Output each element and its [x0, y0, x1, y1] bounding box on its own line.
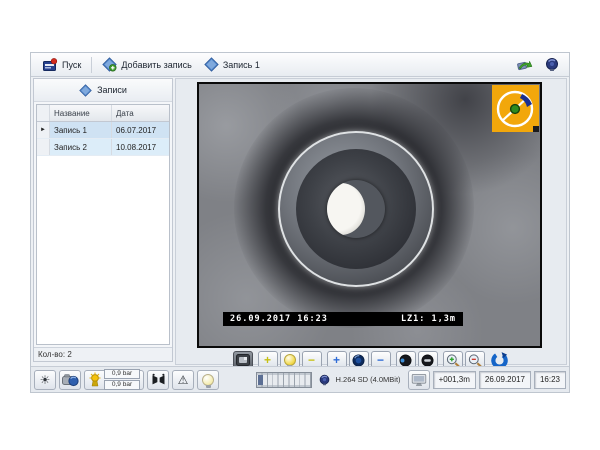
record-icon [204, 57, 219, 72]
minus-icon: − [308, 354, 315, 366]
alarm-button[interactable]: ⚠ [172, 370, 194, 390]
start-button[interactable]: Пуск [37, 56, 87, 73]
overlay-distance: LZ1: 1,3m [401, 314, 456, 324]
export-icon [516, 57, 533, 72]
monitor-icon [411, 373, 427, 387]
date-column-header[interactable]: Дата [112, 105, 169, 121]
add-record-icon [102, 57, 117, 72]
main-toolbar: Пуск Добавить запись [31, 53, 569, 77]
roll-indicator-icon [492, 85, 539, 132]
time-readout: 16:23 [534, 371, 566, 389]
pressure-value-bottom: 0,9 bar [104, 380, 140, 390]
row-name: Запись 1 [50, 122, 112, 138]
table-empty-area [37, 156, 169, 344]
plus-icon: + [333, 354, 340, 366]
status-bar: ☀ [31, 366, 569, 392]
speakers-icon [151, 373, 166, 386]
current-record-button[interactable]: Запись 1 [198, 55, 266, 74]
row-marker: ► [37, 122, 50, 138]
sonde-lamp-icon [88, 372, 102, 387]
toolbar-right-group [513, 56, 563, 74]
video-overlay-bar: 26.09.2017 16:23 LZ1: 1,3m [223, 312, 463, 326]
table-row[interactable]: Запись 2 10.08.2017 [37, 139, 169, 156]
pipe-center-hole [327, 180, 385, 238]
snapshot-icon [236, 354, 250, 366]
recording-level-meter [256, 372, 312, 388]
marker-column-header [37, 105, 50, 121]
add-record-label: Добавить запись [121, 60, 192, 70]
brightness-icon: ☀ [40, 374, 51, 386]
start-label: Пуск [62, 60, 81, 70]
codec-label: H.264 SD (4.0MBit) [336, 375, 401, 384]
export-button[interactable] [513, 56, 535, 74]
distance-readout: +001,3m [433, 371, 476, 389]
camera-globe-icon [62, 373, 79, 387]
overlay-datetime: 26.09.2017 16:23 [230, 314, 328, 324]
row-date: 10.08.2017 [112, 139, 169, 155]
toolbar-separator [91, 57, 92, 73]
bulb-icon [202, 374, 214, 386]
records-panel-header[interactable]: Записи [34, 79, 172, 102]
add-record-button[interactable]: Добавить запись [96, 55, 198, 74]
records-table: Название Дата ► Запись 1 06.07.2017 Запи… [36, 104, 170, 345]
camera-select-button[interactable] [59, 370, 81, 390]
row-name: Запись 2 [50, 139, 112, 155]
video-panel: 26.09.2017 16:23 LZ1: 1,3m [175, 78, 567, 365]
start-icon [43, 58, 58, 71]
display-button[interactable] [408, 370, 430, 390]
warning-icon: ⚠ [178, 374, 189, 386]
screen: Пуск Добавить запись [0, 0, 600, 450]
records-panel-title: Записи [97, 85, 127, 95]
row-marker [37, 139, 50, 155]
records-count: Кол-во: 2 [34, 347, 172, 361]
minus-icon: − [377, 354, 384, 366]
audio-button[interactable] [147, 370, 169, 390]
video-viewport: 26.09.2017 16:23 LZ1: 1,3m [197, 82, 542, 348]
current-record-label: Запись 1 [223, 60, 260, 70]
bulb-icon [284, 354, 296, 366]
level-meter-fill [258, 375, 263, 385]
pressure-value-top: 0,9 bar [104, 369, 140, 379]
records-icon [79, 84, 92, 97]
app-window: Пуск Добавить запись [30, 52, 570, 393]
codec-camera-icon [318, 374, 331, 386]
row-date: 06.07.2017 [112, 122, 169, 138]
table-row[interactable]: ► Запись 1 06.07.2017 [37, 122, 169, 139]
date-readout: 26.09.2017 [479, 371, 531, 389]
plus-icon: + [264, 354, 271, 366]
name-column-header[interactable]: Название [50, 105, 112, 121]
brightness-button[interactable]: ☀ [34, 370, 56, 390]
records-table-header: Название Дата [37, 105, 169, 122]
pressure-indicator[interactable]: 0,9 bar 0,9 bar [84, 370, 144, 390]
lamp-toggle-button[interactable] [197, 370, 219, 390]
camera-head-button[interactable] [541, 56, 563, 74]
records-panel: Записи Название Дата ► Запись 1 06.07.20… [33, 78, 173, 362]
camera-icon [544, 57, 560, 72]
pipe-hole-highlight [327, 183, 365, 235]
